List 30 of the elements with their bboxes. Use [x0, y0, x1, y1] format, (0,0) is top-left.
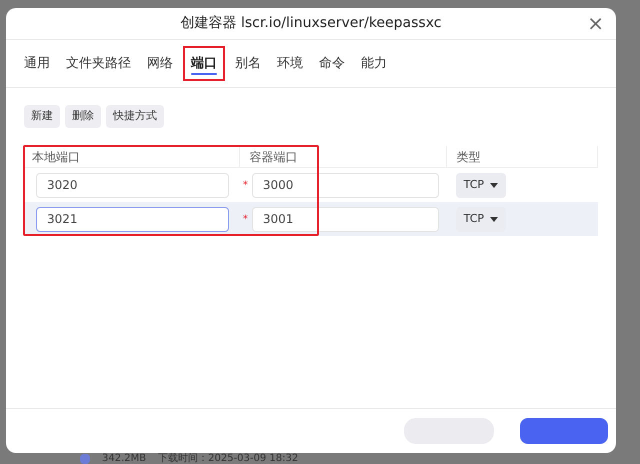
column-header: 类型 [456, 148, 481, 166]
local-port-field[interactable]: 3020 [36, 172, 229, 198]
tab[interactable]: 命令 [313, 46, 351, 82]
toolbar-button[interactable]: 删除 [65, 105, 101, 128]
tab[interactable]: 能力 [355, 46, 393, 82]
protocol-dropdown[interactable]: TCP [456, 206, 506, 232]
tab[interactable]: 通用 [18, 46, 56, 82]
container-port-field[interactable]: 3000 [252, 172, 439, 198]
column-header: 本地端口 [32, 148, 80, 166]
confirm-button[interactable] [520, 418, 608, 444]
dialog-title: 创建容器 lscr.io/linuxserver/keepassxc [180, 14, 442, 33]
required-marker: * [242, 212, 248, 226]
close-button[interactable]: × [583, 13, 608, 33]
tab[interactable]: 网络 [141, 46, 179, 82]
required-marker: * [242, 178, 248, 192]
caret-icon [490, 216, 498, 222]
column-header: 容器端口 [250, 148, 298, 166]
table-row[interactable]: 3021 * 3001 TCP [24, 202, 598, 236]
caret-icon [490, 182, 498, 188]
container-port-field[interactable]: 3001 [252, 206, 439, 232]
tab[interactable]: 端口 [183, 46, 225, 82]
tab[interactable]: 别名 [229, 46, 267, 82]
toolbar-button[interactable]: 新建 [24, 105, 60, 128]
local-port-field[interactable]: 3021 [36, 206, 229, 232]
protocol-dropdown[interactable]: TCP [456, 172, 506, 198]
tab[interactable]: 环境 [271, 46, 309, 82]
toolbar-button[interactable]: 快捷方式 [106, 105, 164, 128]
download-time: 下载时间：2025-03-09 18:32 [158, 453, 298, 464]
tab[interactable]: 文件夹路径 [60, 46, 137, 82]
file-size: 342.2MB [102, 453, 146, 464]
